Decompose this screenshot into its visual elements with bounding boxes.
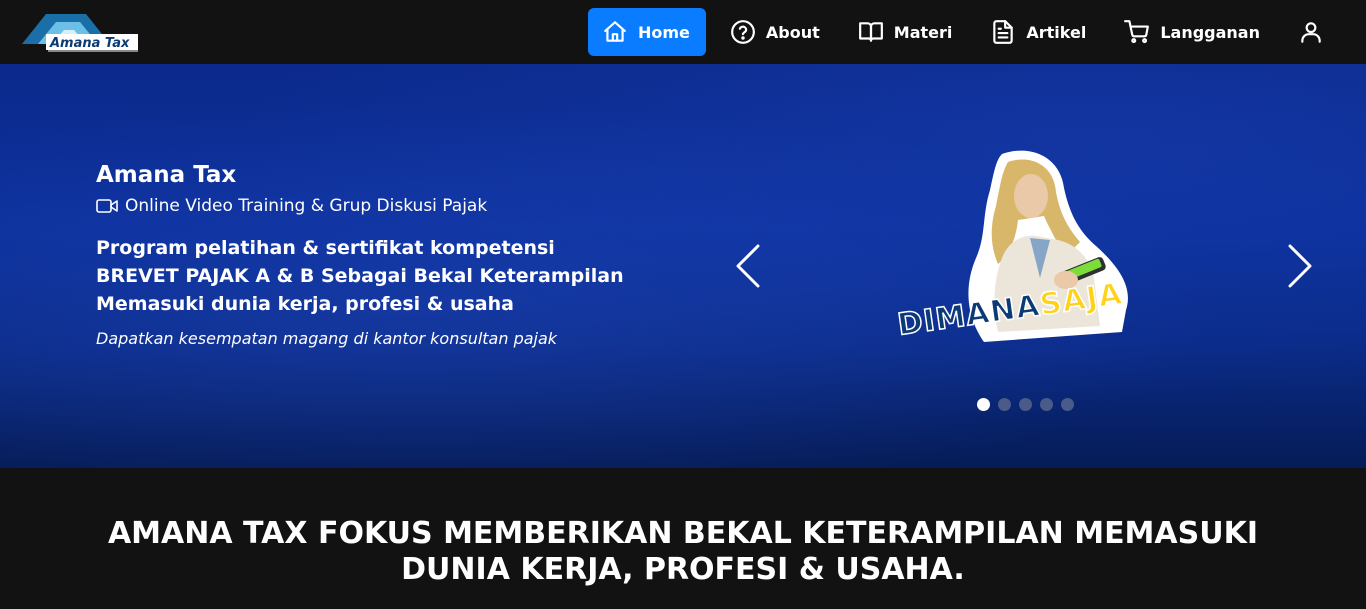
nav-artikel[interactable]: Artikel xyxy=(976,8,1100,56)
nav-about-label: About xyxy=(765,22,820,42)
video-camera-icon xyxy=(96,199,118,213)
home-icon xyxy=(604,21,626,42)
hero-brand: Amana Tax xyxy=(96,162,237,188)
carousel-dot[interactable] xyxy=(1019,398,1032,411)
carousel-prev-button[interactable] xyxy=(728,240,768,292)
nav-home[interactable]: Home xyxy=(588,8,706,56)
nav-user[interactable] xyxy=(1284,8,1338,56)
logo-text: Amana Tax xyxy=(49,36,130,51)
carousel-dot[interactable] xyxy=(977,398,990,411)
carousel-indicators xyxy=(977,398,1082,411)
hero-description-line: Program pelatihan & sertifikat kompetens… xyxy=(96,237,555,259)
carousel-dot[interactable] xyxy=(1061,398,1074,411)
amana-tax-logo[interactable]: Amana Tax xyxy=(20,10,142,54)
hero-description-line: Memasuki dunia kerja, profesi & usaha xyxy=(96,293,514,315)
carousel-dot[interactable] xyxy=(998,398,1011,411)
hero-note: Dapatkan kesempatan magang di kantor kon… xyxy=(96,329,558,348)
hero-subtitle-text: Online Video Training & Grup Diskusi Paj… xyxy=(125,196,488,216)
nav-langganan[interactable]: Langganan xyxy=(1110,8,1274,56)
nav-home-label: Home xyxy=(638,22,690,42)
cart-icon xyxy=(1124,20,1150,44)
slide-caption-word: SAJA xyxy=(1037,276,1126,324)
nav-about[interactable]: About xyxy=(716,8,834,56)
nav-langganan-label: Langganan xyxy=(1160,22,1260,42)
nav-materi-label: Materi xyxy=(893,22,953,42)
main-nav: Home About Materi Artikel Langganan xyxy=(578,8,1338,56)
section-headline: AMANA TAX FOKUS MEMBERIKAN BEKAL KETERAM… xyxy=(0,516,1366,588)
user-icon xyxy=(1301,22,1321,43)
hero-carousel: Amana Tax Online Video Training & Grup D… xyxy=(0,64,1366,468)
help-circle-icon xyxy=(730,20,755,44)
book-icon xyxy=(858,22,883,42)
section-headline-line: DUNIA KERJA, PROFESI & USAHA. xyxy=(401,552,965,587)
hero-description: Program pelatihan & sertifikat kompetens… xyxy=(96,234,656,318)
hero-subtitle: Online Video Training & Grup Diskusi Paj… xyxy=(96,194,656,218)
focus-section: AMANA TAX FOKUS MEMBERIKAN BEKAL KETERAM… xyxy=(0,468,1366,609)
hero-text: Amana Tax Online Video Training & Grup D… xyxy=(96,160,656,350)
chevron-left-icon xyxy=(736,244,760,288)
carousel-dot[interactable] xyxy=(1040,398,1053,411)
carousel-next-button[interactable] xyxy=(1280,240,1320,292)
navbar: Amana Tax Home About Materi Artikel Lang… xyxy=(0,0,1366,64)
hero-description-line: BREVET PAJAK A & B Sebagai Bekal Keteram… xyxy=(96,265,624,287)
nav-artikel-label: Artikel xyxy=(1026,22,1087,42)
section-headline-line: AMANA TAX FOKUS MEMBERIKAN BEKAL KETERAM… xyxy=(107,516,1259,551)
document-icon xyxy=(993,20,1014,44)
chevron-right-icon xyxy=(1288,244,1312,288)
nav-materi[interactable]: Materi xyxy=(844,8,967,56)
